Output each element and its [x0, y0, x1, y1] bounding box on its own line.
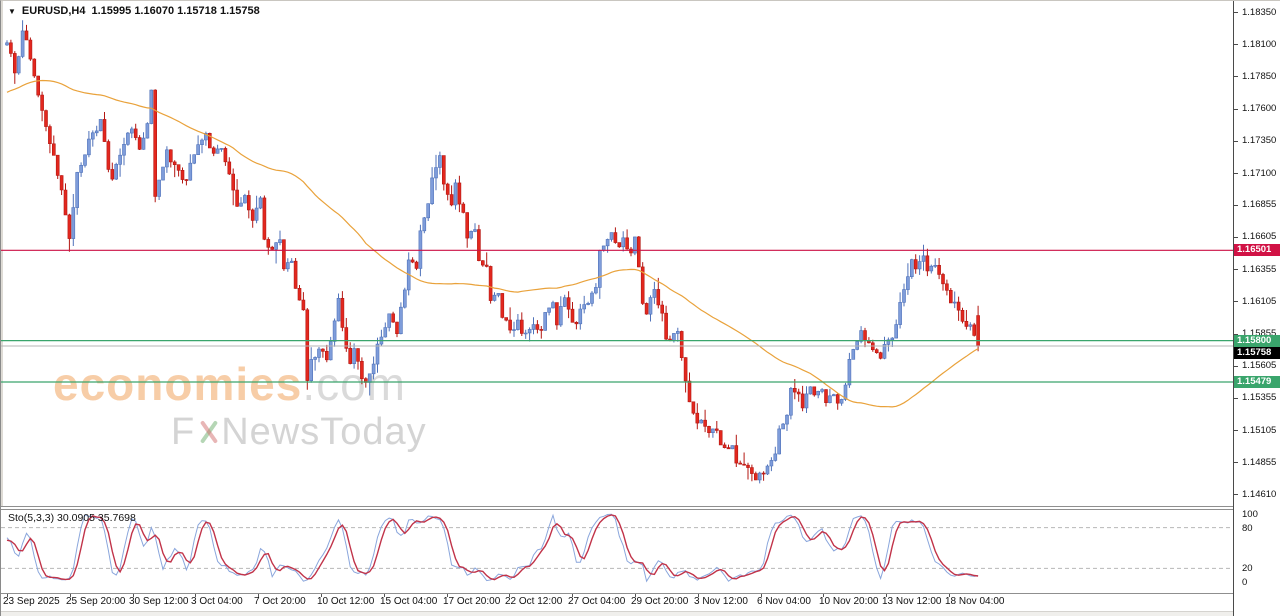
moving-average-line: [6, 79, 979, 408]
time-tick-label: 7 Oct 20:00: [254, 596, 306, 607]
bull-candle-wicks: [6, 20, 971, 484]
price-tick-label: 1.14855: [1242, 457, 1277, 468]
price-tick-mark: [1234, 44, 1238, 45]
price-tick-label: 1.17100: [1242, 168, 1277, 179]
bear-candle-bodies: [9, 30, 980, 481]
time-tick-label: 10 Oct 12:00: [317, 596, 375, 607]
price-tick-mark: [1234, 237, 1238, 238]
price-tick-label: 1.15105: [1242, 425, 1277, 436]
price-tick-label: 1.14610: [1242, 489, 1277, 500]
price-tick-mark: [1234, 494, 1238, 495]
price-chart-pane[interactable]: economies.com F NewsToday ▼ EURUSD,H4 1.1…: [1, 1, 1233, 506]
stochastic-scale-label: 100: [1242, 509, 1258, 520]
price-tick-mark: [1234, 141, 1238, 142]
time-tick-label: 3 Nov 12:00: [694, 596, 748, 607]
price-tick-label: 1.15355: [1242, 392, 1277, 403]
stochastic-scale-label: 80: [1242, 523, 1253, 534]
price-tick-label: 1.18350: [1242, 7, 1277, 18]
stochastic-label: Sto(5,3,3) 30.0905 35.7698: [8, 512, 136, 524]
time-axis-separator: [1, 593, 1280, 594]
time-tick-label: 25 Sep 20:00: [66, 596, 126, 607]
mt4-chart-window: economies.com F NewsToday ▼ EURUSD,H4 1.1…: [0, 0, 1280, 616]
resistance-price-badge: 1.16501: [1234, 244, 1280, 256]
stochastic-scale-label: 20: [1242, 563, 1253, 574]
price-tick-mark: [1234, 301, 1238, 302]
price-tick-mark: [1234, 173, 1238, 174]
pane-splitter[interactable]: [1, 506, 1280, 510]
time-tick-label: 30 Sep 12:00: [129, 596, 189, 607]
stochastic-pane[interactable]: Sto(5,3,3) 30.0905 35.7698: [1, 510, 1233, 593]
support-price-badge: 1.15800: [1234, 335, 1280, 347]
chart-ohlc-values: 1.15995 1.16070 1.15718 1.15758: [91, 5, 260, 17]
symbol-dropdown-icon[interactable]: ▼: [8, 6, 16, 17]
price-tick-label: 1.17350: [1242, 135, 1277, 146]
price-tick-mark: [1234, 398, 1238, 399]
price-tick-mark: [1234, 205, 1238, 206]
price-tick-mark: [1234, 109, 1238, 110]
candlestick-chart[interactable]: [1, 1, 1233, 506]
price-tick-label: 1.17600: [1242, 103, 1277, 114]
price-tick-mark: [1234, 430, 1238, 431]
price-tick-mark: [1234, 12, 1238, 13]
price-tick-label: 1.16355: [1242, 264, 1277, 275]
time-tick-label: 18 Nov 04:00: [945, 596, 1005, 607]
time-tick-label: 27 Oct 04:00: [568, 596, 626, 607]
bull-candle-bodies: [5, 30, 973, 481]
price-axis[interactable]: 1.18350 1.18100 1.17850 1.17600 1.17350 1.171…: [1233, 1, 1280, 616]
chart-symbol-label: EURUSD,H4: [21, 5, 86, 17]
price-tick-mark: [1234, 269, 1238, 270]
price-tick-label: 1.16105: [1242, 296, 1277, 307]
stochastic-scale-label: 0: [1242, 577, 1248, 588]
time-tick-label: 6 Nov 04:00: [757, 596, 811, 607]
time-tick-label: 23 Sep 2025: [3, 596, 60, 607]
stochastic-signal-line: [6, 514, 979, 581]
price-tick-label: 1.17850: [1242, 71, 1277, 82]
price-tick-label: 1.18100: [1242, 39, 1277, 50]
price-tick-label: 1.16605: [1242, 231, 1277, 242]
price-tick-mark: [1234, 76, 1238, 77]
support-price-badge: 1.15479: [1234, 376, 1280, 388]
time-tick-label: 29 Oct 20:00: [631, 596, 689, 607]
current-price-badge: 1.15758: [1234, 347, 1280, 359]
price-tick-label: 1.16855: [1242, 199, 1277, 210]
time-tick-label: 10 Nov 20:00: [819, 596, 879, 607]
stochastic-main-line: [6, 513, 979, 583]
time-axis[interactable]: 23 Sep 2025 25 Sep 20:00 30 Sep 12:00 3 Oct…: [1, 593, 1280, 611]
time-tick-label: 17 Oct 20:00: [443, 596, 501, 607]
time-tick-label: 3 Oct 04:00: [191, 596, 243, 607]
time-tick-label: 22 Oct 12:00: [505, 596, 563, 607]
stochastic-plot: [1, 513, 1233, 583]
price-tick-mark: [1234, 366, 1238, 367]
chart-title: ▼ EURUSD,H4 1.15995 1.16070 1.15718 1.15…: [8, 5, 260, 17]
time-tick-label: 13 Nov 12:00: [882, 596, 942, 607]
time-tick-label: 15 Oct 04:00: [380, 596, 438, 607]
price-tick-mark: [1234, 462, 1238, 463]
window-bottom-edge: [1, 611, 1280, 616]
price-tick-label: 1.15605: [1242, 360, 1277, 371]
